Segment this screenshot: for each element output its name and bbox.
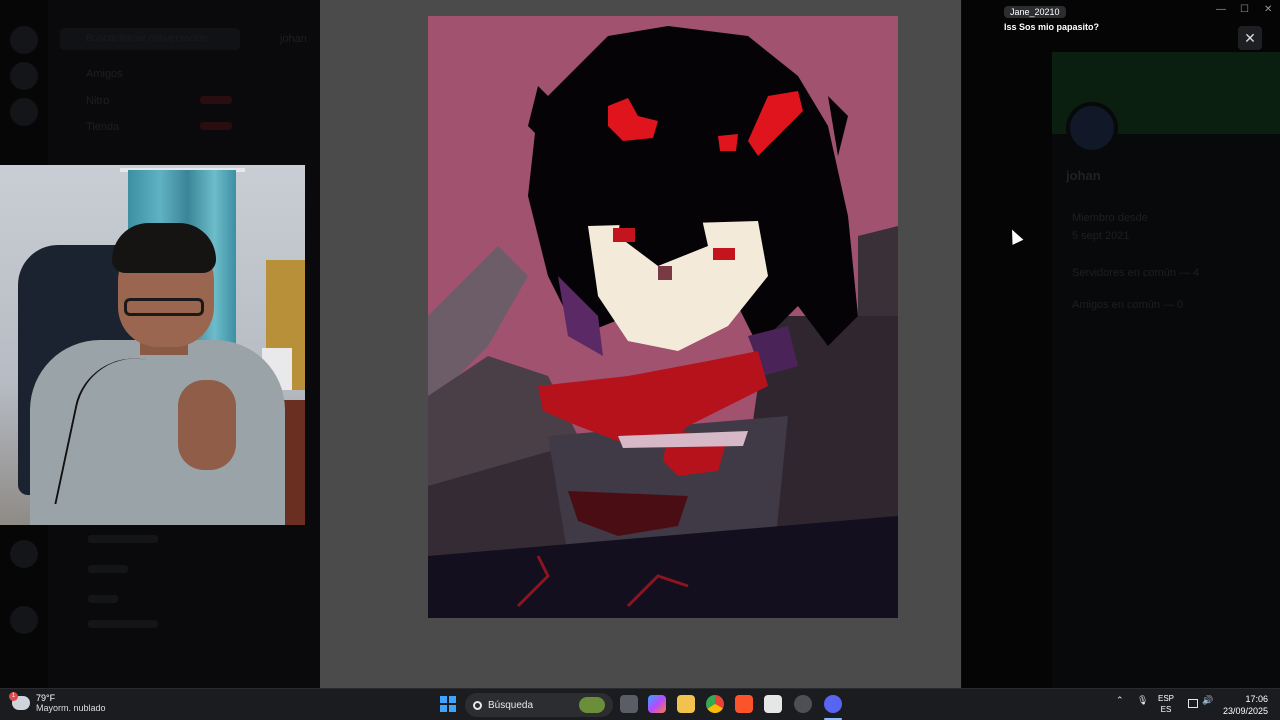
bg-header-user: johan xyxy=(280,33,307,45)
clock-date: 23/09/2025 xyxy=(1222,706,1268,716)
lang-bottom: ES xyxy=(1160,705,1172,714)
lang-top: ESP xyxy=(1158,694,1175,703)
cloud-icon: 1 xyxy=(9,692,30,710)
weather-widget[interactable]: 1 79°F Mayorm. nublado xyxy=(9,692,106,713)
search-icon xyxy=(473,700,482,710)
copilot-icon[interactable] xyxy=(648,695,666,713)
bg-server-icon xyxy=(10,98,38,126)
bg-nav-nitro: Nitro xyxy=(86,95,110,107)
pixel-art-drawing xyxy=(428,16,898,618)
start-button[interactable] xyxy=(440,696,456,712)
wc-person-hand xyxy=(178,380,236,470)
bg-profile-avatar xyxy=(1066,102,1118,154)
bg-member-since: 5 sept 2021 xyxy=(1072,230,1130,242)
wc-person-hair xyxy=(112,223,216,273)
message-notification[interactable]: Jane_20210 Iss Sos mio papasito? xyxy=(1004,2,1099,32)
store-icon[interactable] xyxy=(764,695,782,713)
discord-icon[interactable] xyxy=(824,695,842,713)
weather-temp: 79°F xyxy=(36,693,56,703)
maximize-button[interactable]: ☐ xyxy=(1240,4,1249,15)
clock[interactable]: 17:06 23/09/2025 xyxy=(1223,693,1268,717)
weather-badge: 1 xyxy=(9,692,18,701)
windows-logo-icon xyxy=(440,705,447,712)
search-label: Búsqueda xyxy=(488,699,534,711)
window-close-button[interactable]: ✕ xyxy=(1264,4,1272,15)
close-icon: ✕ xyxy=(1244,29,1256,46)
bg-server-icon xyxy=(10,26,38,54)
tray-expand-icon[interactable]: ⌃ xyxy=(1116,695,1124,706)
microphone-icon[interactable]: 🎙 xyxy=(1137,695,1148,706)
bg-dm-line xyxy=(88,535,158,543)
taskbar: 1 79°F Mayorm. nublado Búsqueda ⌃ 🎙 ESP … xyxy=(0,688,1280,720)
notification-username: Jane_20210 xyxy=(1004,6,1066,18)
clock-time: 17:06 xyxy=(1245,694,1268,704)
app-icon[interactable] xyxy=(794,695,812,713)
chrome-icon[interactable] xyxy=(706,695,724,713)
bg-nav-friends: Amigos xyxy=(86,68,123,80)
notification-message: Iss Sos mio papasito? xyxy=(1004,22,1100,32)
bg-search-placeholder: Buscar/iniciar conversación xyxy=(86,33,208,44)
taskbar-search[interactable]: Búsqueda xyxy=(465,693,613,717)
windows-logo-icon xyxy=(440,696,447,703)
windows-logo-icon xyxy=(449,705,456,712)
bg-member-since-label: Miembro desde xyxy=(1072,212,1148,224)
language-indicator[interactable]: ESP ES xyxy=(1158,693,1174,715)
task-view-icon[interactable] xyxy=(620,695,638,713)
volume-icon[interactable]: 🔊 xyxy=(1202,695,1213,706)
bg-mutual-servers: Servidores en común — 4 xyxy=(1072,267,1200,279)
bg-dm-line xyxy=(88,620,158,628)
bg-nav-store: Tienda xyxy=(86,121,120,133)
weather-desc: Mayorm. nublado xyxy=(36,703,106,713)
bg-badge xyxy=(200,96,232,104)
bg-server-icon xyxy=(10,606,38,634)
windows-logo-icon xyxy=(449,696,456,703)
pixel-art-image[interactable] xyxy=(428,16,898,618)
file-explorer-icon[interactable] xyxy=(677,695,695,713)
bg-badge xyxy=(200,122,232,130)
bg-profile-name: johan xyxy=(1066,168,1101,183)
brave-icon[interactable] xyxy=(735,695,753,713)
wc-person-glasses xyxy=(124,298,204,316)
bg-server-icon xyxy=(10,540,38,568)
bg-dm-line xyxy=(88,595,118,603)
bg-server-icon xyxy=(10,62,38,90)
bg-dm-line xyxy=(88,565,128,573)
search-highlight-icon xyxy=(579,697,605,713)
webcam-feed xyxy=(0,165,305,525)
network-icon[interactable] xyxy=(1188,699,1198,708)
viewer-close-button[interactable]: ✕ xyxy=(1238,26,1262,50)
minimize-button[interactable]: — xyxy=(1216,4,1226,15)
bg-mutual-friends: Amigos en común — 0 xyxy=(1072,299,1184,311)
